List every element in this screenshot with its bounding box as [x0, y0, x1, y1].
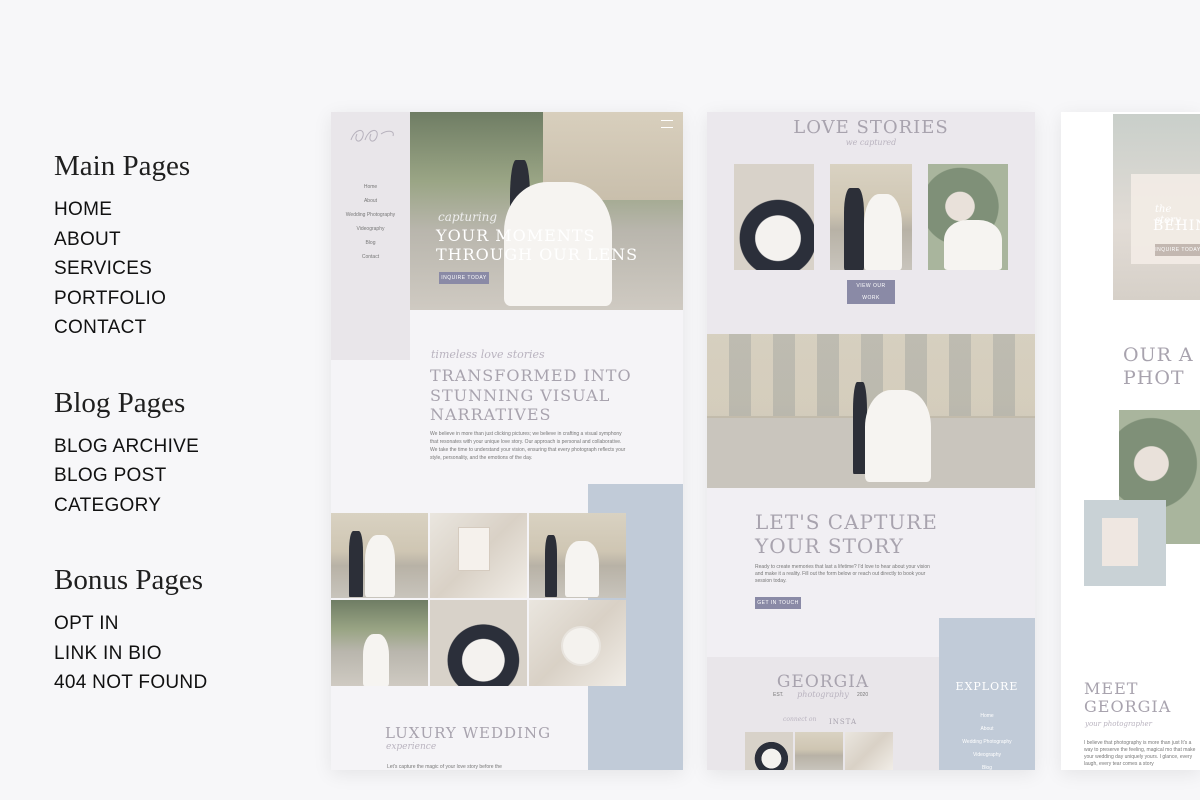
intro-body: We believe in more than just clicking pi… [430, 431, 626, 461]
get-in-touch-button[interactable]: GET IN TOUCH [755, 597, 801, 609]
gallery-photo-3 [529, 513, 626, 598]
insta-photo-3[interactable] [845, 732, 893, 770]
gallery-photo-6 [529, 600, 626, 686]
footer-script: photography [797, 690, 849, 699]
bride-figure [865, 390, 931, 482]
menu-item-services[interactable]: SERVICES [54, 254, 294, 284]
cta-title-line2: YOUR STORY [755, 534, 904, 558]
menu-item-portfolio[interactable]: PORTFOLIO [54, 284, 294, 314]
portfolio-page-mockup: LOVE STORIES we captured VIEW OUR WORK L… [707, 112, 1035, 770]
menu-item-blog-post[interactable]: BLOG POST [54, 461, 294, 491]
hero-title-line2: THROUGH OUR LENS [436, 245, 639, 264]
intro-title: TRANSFORMED INTO STUNNING VISUAL NARRATI… [430, 366, 632, 425]
story-photo-1 [734, 164, 814, 270]
main-pages-list: HOME ABOUT SERVICES PORTFOLIO CONTACT [54, 195, 294, 343]
page-list: Main Pages HOME ABOUT SERVICES PORTFOLIO… [54, 150, 294, 742]
love-stories-title: LOVE STORIES [793, 117, 949, 138]
meet-body: I believe that photography is more than … [1084, 740, 1196, 767]
menu-item-link-in-bio[interactable]: LINK IN BIO [54, 639, 294, 669]
mock-nav-video[interactable]: Videography [331, 222, 410, 236]
luxury-body: Let's capture the magic of your love sto… [387, 764, 502, 770]
luxury-title: LUXURY WEDDING [385, 724, 552, 742]
luxury-script: experience [386, 742, 437, 752]
cta-title-line1: LET'S CAPTURE [755, 510, 938, 534]
bonus-pages-list: OPT IN LINK IN BIO 404 NOT FOUND [54, 609, 294, 698]
mock-nav-blog[interactable]: Blog [331, 236, 410, 250]
mock-sidebar: Home About Wedding Photography Videograp… [331, 112, 410, 360]
intro-script: timeless love stories [431, 348, 545, 361]
view-our-work-button[interactable]: VIEW OUR WORK [847, 280, 895, 304]
explore-links: Home About Wedding Photography Videograp… [939, 710, 1035, 770]
insta-script: connect on [783, 716, 817, 723]
mock-nav: Home About Wedding Photography Videograp… [331, 180, 410, 264]
meet-script: your photographer [1085, 720, 1152, 728]
meet-title-line2: GEORGIA [1084, 697, 1172, 716]
insta-photo-1[interactable] [745, 732, 793, 770]
mock-nav-home[interactable]: Home [331, 180, 410, 194]
gallery-photo-4 [331, 600, 428, 686]
about-title-line2: PHOT [1123, 367, 1185, 389]
explore-link-blog[interactable]: Blog [939, 762, 1035, 770]
hamburger-icon[interactable] [661, 120, 673, 128]
menu-item-category[interactable]: CATEGORY [54, 491, 294, 521]
about-detail-photo [1084, 500, 1166, 586]
meet-title-line1: MEET [1084, 679, 1139, 698]
about-hero-word: BEHIN [1153, 218, 1200, 234]
menu-item-404[interactable]: 404 NOT FOUND [54, 668, 294, 698]
menu-item-opt-in[interactable]: OPT IN [54, 609, 294, 639]
hero-image: capturing YOUR MOMENTS THROUGH OUR LENS … [410, 112, 683, 310]
inquire-today-button[interactable]: INQUIRE TODAY [439, 272, 489, 284]
main-pages-title: Main Pages [54, 150, 191, 182]
hero-title-line1: YOUR MOMENTS [436, 226, 596, 245]
love-stories-script: we captured [845, 138, 897, 147]
home-page-mockup: Home About Wedding Photography Videograp… [331, 112, 683, 770]
meet-title: MEET GEORGIA [1084, 680, 1171, 716]
intro-title-line1: TRANSFORMED INTO [430, 366, 632, 385]
cta-title: LET'S CAPTURE YOUR STORY [755, 510, 938, 558]
bonus-pages-title: Bonus Pages [54, 564, 204, 596]
footer-brand-name: GEORGIA [776, 672, 870, 692]
blog-pages-title: Blog Pages [54, 386, 186, 419]
insta-photo-2[interactable] [795, 732, 843, 770]
mock-nav-about[interactable]: About [331, 194, 410, 208]
logo-monogram-icon [350, 130, 394, 142]
explore-link-wedding[interactable]: Wedding Photography [939, 736, 1035, 749]
mock-nav-wedding[interactable]: Wedding Photography [331, 208, 410, 222]
intro-title-line2: STUNNING VISUAL [430, 385, 611, 405]
gallery-photo-2 [430, 513, 527, 598]
explore-link-about[interactable]: About [939, 723, 1035, 736]
story-photo-3 [928, 164, 1008, 270]
menu-item-about[interactable]: ABOUT [54, 225, 294, 255]
menu-item-contact[interactable]: CONTACT [54, 313, 294, 343]
about-hero-image: the story BEHIN INQUIRE TODAY [1113, 114, 1200, 300]
blog-pages-list: BLOG ARCHIVE BLOG POST CATEGORY [54, 432, 294, 521]
menu-item-blog-archive[interactable]: BLOG ARCHIVE [54, 432, 294, 462]
explore-link-home[interactable]: Home [939, 710, 1035, 723]
hero-script: capturing [438, 210, 498, 224]
explore-title: EXPLORE [955, 680, 1019, 693]
hero-title: YOUR MOMENTS THROUGH OUR LENS [436, 226, 638, 264]
gallery-photo-5 [430, 600, 527, 686]
cta-body: Ready to create memories that last a lif… [755, 564, 930, 584]
menu-item-home[interactable]: HOME [54, 195, 294, 225]
about-page-mockup: the story BEHIN INQUIRE TODAY OUR A PHOT… [1061, 112, 1200, 770]
intro-title-line3: NARRATIVES [430, 405, 552, 424]
explore-link-video[interactable]: Videography [939, 749, 1035, 762]
story-photo-2 [830, 164, 912, 270]
about-title: OUR A PHOT [1123, 344, 1194, 390]
about-inquire-button[interactable]: INQUIRE TODAY [1155, 244, 1200, 256]
gallery-photo-1 [331, 513, 428, 598]
mock-nav-contact[interactable]: Contact [331, 250, 410, 264]
about-title-line1: OUR A [1123, 344, 1194, 366]
insta-label: INSTA [829, 718, 858, 726]
wide-palace-photo [707, 334, 1035, 488]
